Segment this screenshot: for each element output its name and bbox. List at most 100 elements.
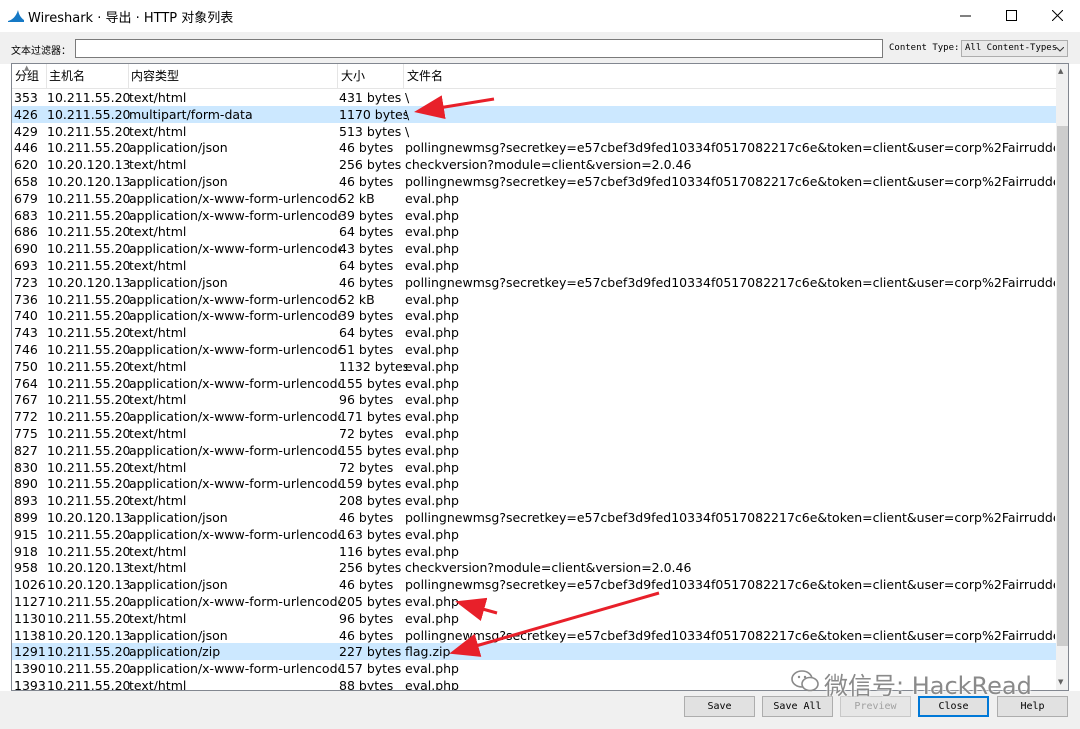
table-row[interactable]: 683 10.211.55.20 application/x-www-form-ur… — [12, 207, 1056, 224]
table-row[interactable]: 690 10.211.55.20 application/x-www-form-ur… — [12, 240, 1056, 257]
vertical-scrollbar[interactable]: ▲ ▼ — [1056, 64, 1068, 690]
table-row[interactable]: 426 10.211.55.20 multipart/form-data 1170 b… — [12, 105, 1056, 123]
table-row[interactable]: 740 10.211.55.20 application/x-www-form-ur… — [12, 307, 1056, 324]
packet-number-cell: 915 — [14, 526, 38, 542]
table-row[interactable]: 693 10.211.55.20 text/html 64 bytes eval.php — [12, 257, 1056, 274]
table-row[interactable]: 1130 10.211.55.20 text/html 96 bytes eval.ph… — [12, 610, 1056, 627]
content-type-cell: text/html — [129, 325, 187, 341]
size-cell: 46 bytes — [339, 140, 394, 156]
packet-number-cell: 686 — [14, 224, 38, 240]
filename-cell: eval.php — [405, 342, 459, 357]
size-cell: 39 bytes — [339, 207, 394, 223]
scroll-up-arrow-icon[interactable]: ▲ — [1058, 67, 1063, 75]
filename-cell: eval.php — [405, 610, 459, 626]
filename-cell: pollingnewmsg?secretkey=e57cbef3d9fed103… — [405, 510, 1055, 525]
table-row[interactable]: 353 10.211.55.20 text/html 431 bytes \ — [12, 89, 1056, 106]
maximize-button[interactable] — [988, 0, 1034, 30]
content-type-cell: application/json — [129, 510, 228, 525]
size-cell: 46 bytes — [339, 510, 394, 525]
size-cell: 513 bytes — [339, 123, 402, 139]
table-row[interactable]: 827 10.211.55.20 application/x-www-form-ur… — [12, 442, 1056, 459]
size-cell: 163 bytes — [339, 526, 402, 542]
content-type-cell: application/x-www-form-urlencoded — [129, 291, 341, 307]
table-row[interactable]: 893 10.211.55.20 text/html 208 bytes eval.ph… — [12, 492, 1056, 509]
content-type-cell: text/html — [129, 157, 187, 173]
filename-cell: checkversion?module=client&version=2.0.4… — [405, 157, 692, 173]
table-row[interactable]: 775 10.211.55.20 text/html 72 bytes eval.php — [12, 425, 1056, 442]
column-header-hostname[interactable]: 主机名 — [46, 64, 129, 89]
packet-number-cell: 683 — [14, 207, 38, 223]
column-header-filename[interactable]: 文件名 — [404, 64, 1056, 89]
packet-number-cell: 767 — [14, 392, 38, 408]
table-row[interactable]: 767 10.211.55.20 text/html 96 bytes eval.php — [12, 391, 1056, 408]
table-row[interactable]: 723 10.20.120.136 application/json 46 bytes… — [12, 274, 1056, 291]
table-row[interactable]: 620 10.20.120.136 text/html 256 bytes checkv… — [12, 156, 1056, 173]
filename-cell: pollingnewmsg?secretkey=e57cbef3d9fed103… — [405, 627, 1055, 643]
table-row[interactable]: 679 10.211.55.20 application/x-www-form-ur… — [12, 190, 1056, 207]
hostname-cell: 10.20.120.136 — [47, 627, 130, 643]
column-header-content-type[interactable]: 内容类型 — [128, 64, 338, 89]
content-type-select[interactable]: All Content-Types — [961, 40, 1068, 57]
content-type-cell: text/html — [129, 493, 187, 509]
table-row[interactable]: 915 10.211.55.20 application/x-www-form-ur… — [12, 526, 1056, 543]
content-type-cell: application/x-www-form-urlencoded — [129, 594, 341, 609]
table-row[interactable]: 429 10.211.55.20 text/html 513 bytes \ — [12, 123, 1056, 140]
size-cell: 52 kB — [339, 291, 375, 307]
packet-number-cell: 679 — [14, 190, 38, 206]
table-row[interactable]: 1127 10.211.55.20 application/x-www-form-u… — [12, 593, 1056, 610]
table-row[interactable]: 830 10.211.55.20 text/html 72 bytes eval.php — [12, 459, 1056, 476]
list-rows: 353 10.211.55.20 text/html 431 bytes \ 426 10.… — [12, 89, 1056, 690]
size-cell: 51 bytes — [339, 342, 394, 357]
table-row[interactable]: 1291 10.211.55.20 application/zip 227 bytes… — [12, 643, 1056, 661]
save-button[interactable]: Save — [684, 696, 755, 717]
size-cell: 157 bytes — [339, 661, 402, 677]
content-type-cell: text/html — [129, 392, 187, 408]
content-type-cell: application/json — [129, 274, 228, 290]
packet-number-cell: 353 — [14, 90, 38, 105]
content-type-cell: text/html — [129, 258, 187, 273]
scrollbar-thumb[interactable] — [1057, 126, 1068, 646]
table-row[interactable]: 772 10.211.55.20 application/x-www-form-ur… — [12, 408, 1056, 425]
table-row[interactable]: 446 10.211.55.20 application/json 46 bytes p… — [12, 139, 1056, 156]
content-type-cell: text/html — [129, 459, 187, 475]
table-row[interactable]: 890 10.211.55.20 application/x-www-form-ur… — [12, 475, 1056, 492]
table-row[interactable]: 1026 10.20.120.136 application/json 46 byte… — [12, 576, 1056, 593]
column-header-packet[interactable]: ▲ 分组 — [12, 64, 47, 89]
hostname-cell: 10.20.120.136 — [47, 577, 130, 593]
filename-cell: eval.php — [405, 207, 459, 223]
scroll-down-arrow-icon[interactable]: ▼ — [1058, 678, 1063, 686]
window-title: Wireshark · 导出 · HTTP 对象列表 — [28, 11, 234, 26]
table-row[interactable]: 658 10.20.120.136 application/json 46 bytes… — [12, 173, 1056, 190]
table-row[interactable]: 750 10.211.55.20 text/html 1132 bytes eval.p… — [12, 358, 1056, 375]
table-row[interactable]: 686 10.211.55.20 text/html 64 bytes eval.php — [12, 223, 1056, 240]
size-cell: 72 bytes — [339, 459, 394, 475]
column-header-size[interactable]: 大小 — [338, 64, 404, 89]
filename-cell: eval.php — [405, 358, 459, 374]
packet-number-cell: 620 — [14, 157, 38, 173]
table-row[interactable]: 743 10.211.55.20 text/html 64 bytes eval.php — [12, 324, 1056, 341]
hostname-cell: 10.211.55.20 — [47, 476, 130, 492]
table-row[interactable]: 764 10.211.55.20 application/x-www-form-ur… — [12, 375, 1056, 392]
size-cell: 155 bytes — [339, 375, 402, 391]
packet-number-cell: 775 — [14, 426, 38, 441]
http-object-list[interactable]: ▲ 分组 主机名 内容类型 大小 文件名 353 10.211.55.20 text… — [11, 63, 1069, 691]
hostname-cell: 10.211.55.20 — [47, 224, 130, 240]
content-type-cell: application/json — [129, 140, 228, 156]
packet-number-cell: 772 — [14, 409, 38, 425]
table-row[interactable]: 1138 10.20.120.136 application/json 46 byte… — [12, 627, 1056, 644]
table-row[interactable]: 958 10.20.120.136 text/html 256 bytes checkv… — [12, 559, 1056, 576]
packet-number-cell: 693 — [14, 258, 38, 273]
filename-cell: eval.php — [405, 426, 459, 441]
table-row[interactable]: 918 10.211.55.20 text/html 116 bytes eval.ph… — [12, 543, 1056, 560]
hostname-cell: 10.211.55.20 — [47, 342, 130, 357]
table-row[interactable]: 746 10.211.55.20 application/x-www-form-ur… — [12, 341, 1056, 358]
text-filter-input[interactable] — [75, 39, 883, 58]
hostname-cell: 10.211.55.20 — [47, 258, 130, 273]
size-cell: 155 bytes — [339, 442, 402, 458]
window-close-button[interactable] — [1034, 0, 1080, 30]
table-row[interactable]: 736 10.211.55.20 application/x-www-form-ur… — [12, 291, 1056, 308]
content-type-cell: multipart/form-data — [129, 106, 253, 122]
table-row[interactable]: 899 10.20.120.136 application/json 46 bytes… — [12, 509, 1056, 526]
size-cell: 43 bytes — [339, 241, 394, 257]
minimize-button[interactable] — [942, 0, 988, 30]
